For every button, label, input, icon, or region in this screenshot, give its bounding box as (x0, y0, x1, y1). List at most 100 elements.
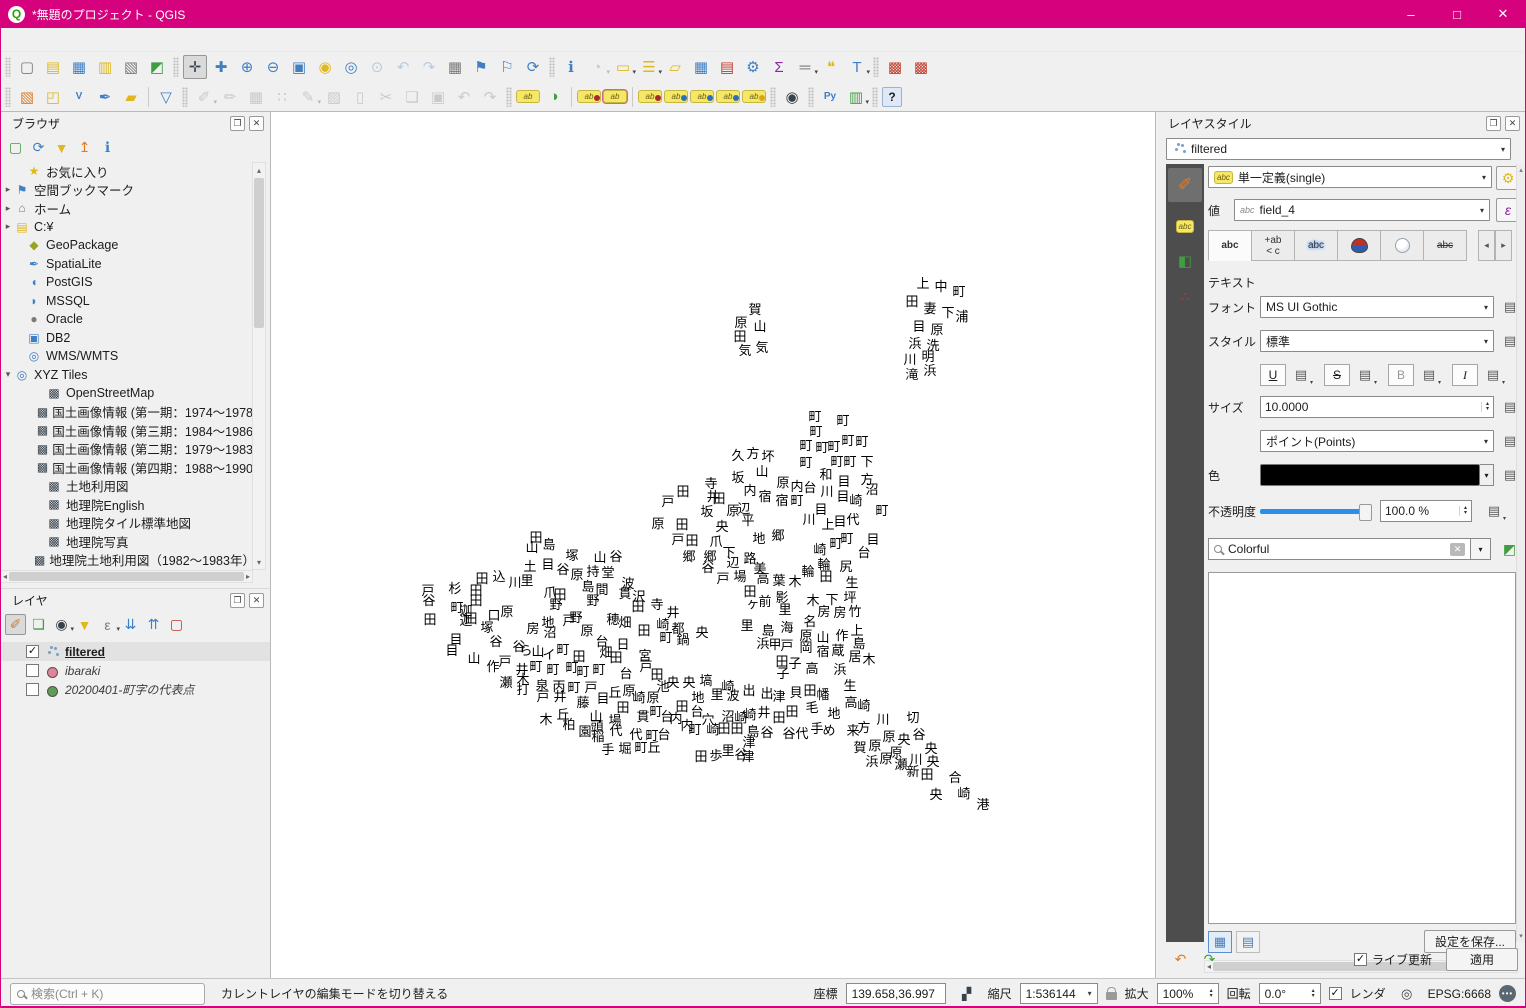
new-project-button[interactable]: ▢ (15, 55, 39, 79)
scroll-down-icon[interactable]: ▾ (1519, 932, 1523, 940)
current-edits-button[interactable]: ✐ (192, 85, 216, 109)
plugin-button-1[interactable]: ▩ (883, 55, 907, 79)
opacity-spinbox[interactable]: 100.0 % ▴▾ (1380, 500, 1472, 522)
menu-item[interactable] (220, 37, 238, 43)
opacity-slider[interactable] (1260, 509, 1370, 514)
tree-item-xyz-tiles[interactable]: ▾ ◎ XYZ Tiles (0, 366, 253, 385)
menu-item[interactable] (94, 37, 112, 43)
tree-item-drive-c[interactable]: ▸ ▤ C:¥ (0, 218, 253, 237)
measure-button[interactable]: ═ (793, 55, 817, 79)
toggle-editing-button[interactable]: ✏ (218, 85, 242, 109)
text-color-swatch[interactable] (1260, 464, 1480, 486)
spin-down-icon[interactable]: ▾ (1464, 511, 1467, 516)
new-bookmark-button[interactable]: ⚑ (469, 55, 493, 79)
redo-button[interactable]: ↷ (478, 85, 502, 109)
close-button[interactable]: ✕ (1480, 0, 1526, 28)
bold-button[interactable]: B (1388, 364, 1414, 386)
size-unit-dropdown[interactable]: ポイント(Points) ▾ (1260, 430, 1494, 452)
layer-labeling-button[interactable]: ab (516, 90, 540, 103)
plugin-button-2[interactable]: ▩ (909, 55, 933, 79)
new-geopackage-layer-button[interactable]: ◰ (41, 85, 65, 109)
layer-row-ibaraki[interactable]: ibaraki (0, 661, 270, 680)
search-dropdown-icon[interactable]: ▾ (1471, 538, 1491, 560)
open-attribute-table-button[interactable]: ▦ (689, 55, 713, 79)
filter-expression-button[interactable]: ε (97, 614, 118, 635)
label-mode-dropdown[interactable]: abc 単一定義(single) ▾ (1208, 166, 1492, 188)
styling-close-button[interactable]: ✕ (1505, 116, 1520, 131)
color-dropdown-icon[interactable]: ▾ (1480, 464, 1494, 486)
layers-undock-button[interactable]: ❐ (230, 593, 245, 608)
buffer-tab[interactable]: abc (1294, 230, 1338, 261)
browser-vertical-scrollbar[interactable]: ▴ ▾ (252, 162, 266, 570)
menu-item[interactable] (130, 37, 148, 43)
show-hide-labels-button[interactable]: ab (664, 90, 688, 103)
pin-labels-button[interactable]: ab (577, 90, 601, 103)
expander-icon[interactable]: ▸ (2, 221, 14, 232)
bold-override-button[interactable]: ▤ (1419, 365, 1439, 385)
tree-item-oracle[interactable]: ● Oracle (0, 310, 253, 329)
zoom-out-button[interactable]: ⊖ (261, 55, 285, 79)
crs-globe-icon[interactable]: ◎ (1395, 982, 1419, 1006)
value-field-dropdown[interactable]: abc field_4 ▾ (1234, 199, 1490, 221)
underline-override-button[interactable]: ▤ (1291, 365, 1311, 385)
zoom-last-button[interactable]: ↶ (391, 55, 415, 79)
refresh-map-button[interactable]: ⟳ (521, 55, 545, 79)
undo-button[interactable]: ↶ (452, 85, 476, 109)
styling-undock-button[interactable]: ❐ (1486, 116, 1501, 131)
metasearch-button[interactable]: ◉ (780, 85, 804, 109)
tree-item-chiriin-std[interactable]: ▩ 地理院タイル標準地図 (0, 514, 253, 533)
zoom-full-button[interactable]: ▣ (287, 55, 311, 79)
new-shapefile-layer-button[interactable]: V (67, 85, 91, 109)
messages-icon[interactable]: ••• (1499, 985, 1516, 1002)
tree-item-kokudo-2[interactable]: ▩ 国土画像情報 (第二期：1979～1983 (0, 440, 253, 459)
extents-toggle-icon[interactable]: ▞ (955, 982, 979, 1006)
strikethrough-override-button[interactable]: ▤ (1355, 365, 1375, 385)
opacity-override-button[interactable]: ▤ (1484, 501, 1504, 521)
tree-item-geopackage[interactable]: ◆ GeoPackage (0, 236, 253, 255)
refresh-browser-button[interactable]: ⟳ (28, 137, 49, 158)
zoom-native-button[interactable]: ⊙ (365, 55, 389, 79)
font-dropdown[interactable]: MS UI Gothic ▾ (1260, 296, 1494, 318)
layer-diagram-button[interactable]: ◑ (542, 85, 566, 109)
multiedit-attributes-button[interactable]: ▨ (322, 85, 346, 109)
pan-to-selection-button[interactable]: ✚ (209, 55, 233, 79)
menu-item[interactable] (4, 37, 22, 43)
browser-undock-button[interactable]: ❐ (230, 116, 245, 131)
callout-tab[interactable]: abc (1423, 230, 1467, 261)
minimize-button[interactable]: – (1388, 0, 1434, 28)
scroll-thumb[interactable] (254, 178, 264, 328)
copy-features-button[interactable]: ❏ (400, 85, 424, 109)
new-spatialite-layer-button[interactable]: ✒ (93, 85, 117, 109)
scale-combobox[interactable]: 1:536144▾ (1020, 983, 1098, 1004)
expander-icon[interactable]: ▾ (2, 369, 14, 380)
menu-item[interactable] (58, 37, 76, 43)
menu-item[interactable] (40, 37, 58, 43)
3d-view-tab[interactable]: ◧ (1168, 250, 1202, 272)
maximize-button[interactable]: □ (1434, 0, 1480, 28)
add-feature-button[interactable]: ∷ (270, 85, 294, 109)
new-virtual-layer-button[interactable]: ▰ (119, 85, 143, 109)
menu-item[interactable] (184, 37, 202, 43)
locator-search-input[interactable]: 検索(Ctrl + K) (10, 983, 205, 1005)
add-selected-layers-button[interactable]: ▢ (5, 137, 26, 158)
apply-button[interactable]: 適用 (1446, 948, 1518, 971)
layer-row-20200401[interactable]: 20200401-町字の代表点 (0, 680, 270, 699)
tree-item-mssql[interactable]: ◗ MSSQL (0, 292, 253, 311)
add-group-button[interactable]: ❏ (28, 614, 49, 635)
statistics-button[interactable]: ▤ (715, 55, 739, 79)
live-update-checkbox[interactable]: ✓ (1354, 953, 1367, 966)
zoom-in-button[interactable]: ⊕ (235, 55, 259, 79)
rotate-label-button[interactable]: ab (716, 90, 740, 103)
collapse-all-button[interactable]: ↥ (74, 137, 95, 158)
tree-item-chiriin-photo[interactable]: ▩ 地理院写真 (0, 532, 253, 551)
filter-browser-button[interactable]: ▼ (51, 137, 72, 158)
layer-checkbox[interactable] (26, 664, 39, 677)
text-tab[interactable]: abc (1208, 230, 1252, 261)
browser-close-button[interactable]: ✕ (249, 116, 264, 131)
layer-row-filtered[interactable]: ✓ filtered (0, 642, 270, 661)
underline-button[interactable]: U (1260, 364, 1286, 386)
new-map-view-button[interactable]: ▦ (443, 55, 467, 79)
cut-features-button[interactable]: ✂ (374, 85, 398, 109)
menu-item[interactable] (22, 37, 40, 43)
run-feature-action-button[interactable]: ◔ (585, 55, 609, 79)
